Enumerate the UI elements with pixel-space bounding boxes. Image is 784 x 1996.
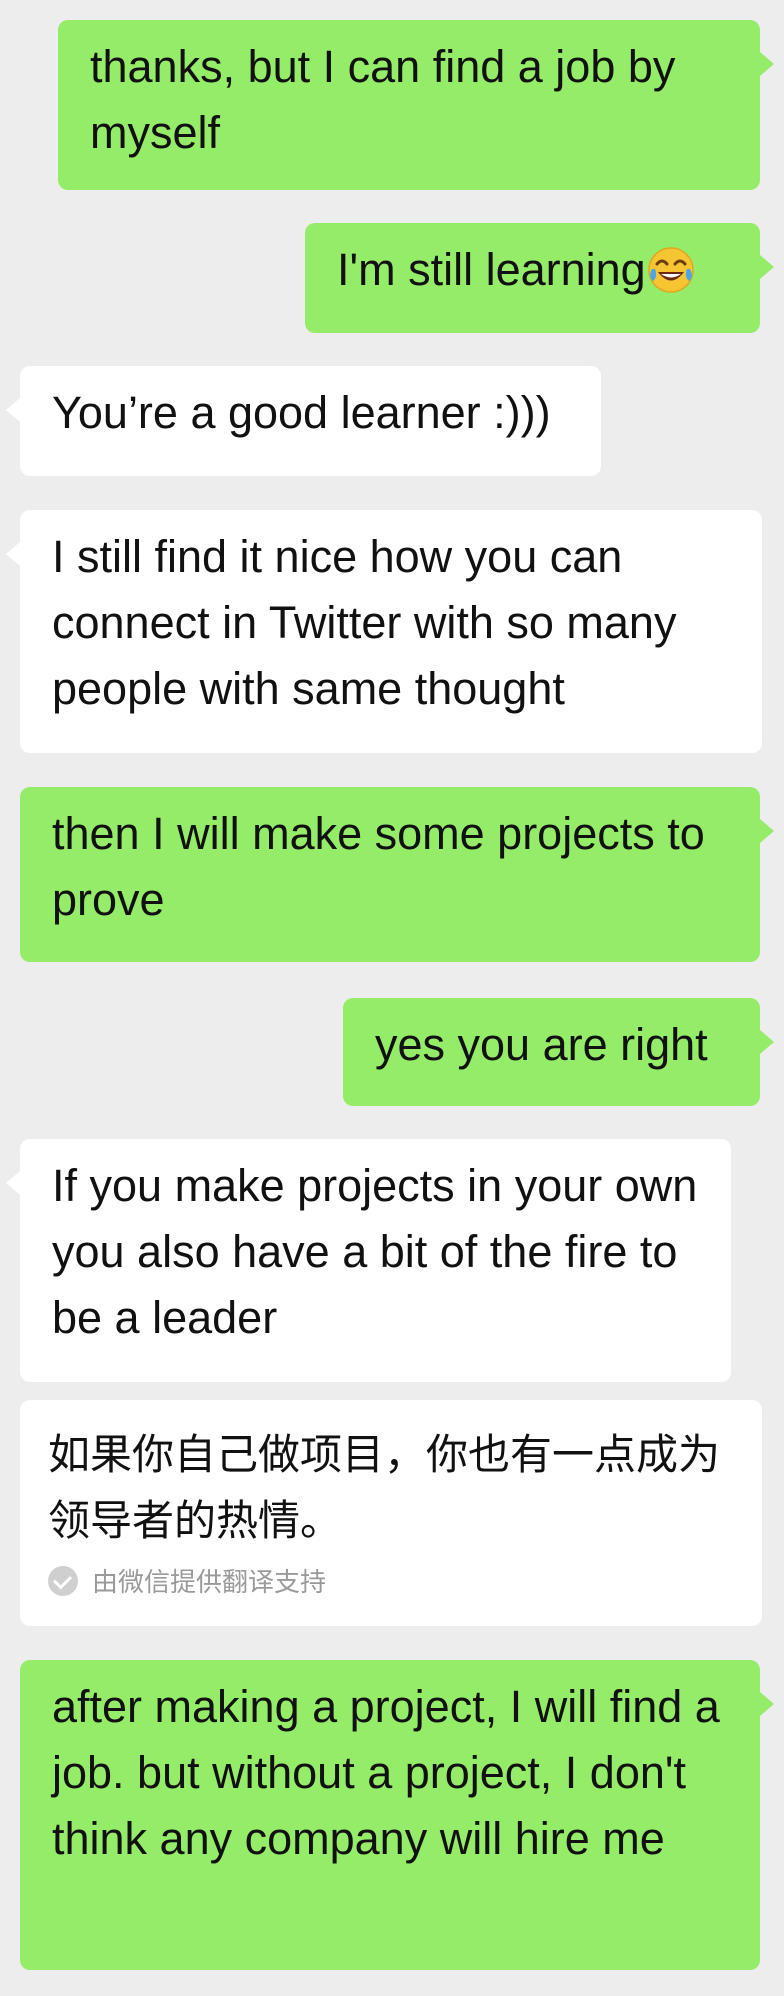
message-text: I'm still learning [337,244,646,295]
chat-message-list[interactable]: thanks, but I can find a job by myself I… [0,0,784,1996]
message-bubble-incoming[interactable]: I still find it nice how you can connect… [6,510,762,753]
translation-credit-text: 由微信提供翻译支持 [92,1568,327,1598]
translation-credit: 由微信提供翻译支持 [48,1562,734,1599]
message-bubble-outgoing[interactable]: thanks, but I can find a job by myself [58,20,774,190]
message-text: You’re a good learner :))) [52,387,551,438]
translation-card[interactable]: 如果你自己做项目，你也有一点成为领导者的热情。 由微信提供翻译支持 [20,1400,762,1626]
message-text: I still find it nice how you can connect… [52,531,677,714]
translated-text: 如果你自己做项目，你也有一点成为领导者的热情。 [48,1430,721,1545]
message-text: yes you are right [375,1019,708,1070]
message-text: after making a project, I will find a jo… [52,1681,720,1864]
message-bubble-outgoing[interactable]: I'm still learning [305,223,774,333]
check-circle-icon [48,1565,78,1596]
message-bubble-incoming[interactable]: You’re a good learner :))) [6,366,601,476]
tears-of-joy-emoji [647,247,694,293]
message-text: then I will make some projects to prove [52,808,705,925]
message-text: If you make projects in your own you als… [52,1160,698,1343]
message-bubble-outgoing[interactable]: yes you are right [343,998,774,1106]
message-bubble-outgoing[interactable]: after making a project, I will find a jo… [20,1660,774,1970]
message-bubble-outgoing[interactable]: then I will make some projects to prove [20,787,774,962]
message-bubble-incoming[interactable]: If you make projects in your own you als… [6,1139,731,1382]
message-text: thanks, but I can find a job by myself [90,41,676,158]
